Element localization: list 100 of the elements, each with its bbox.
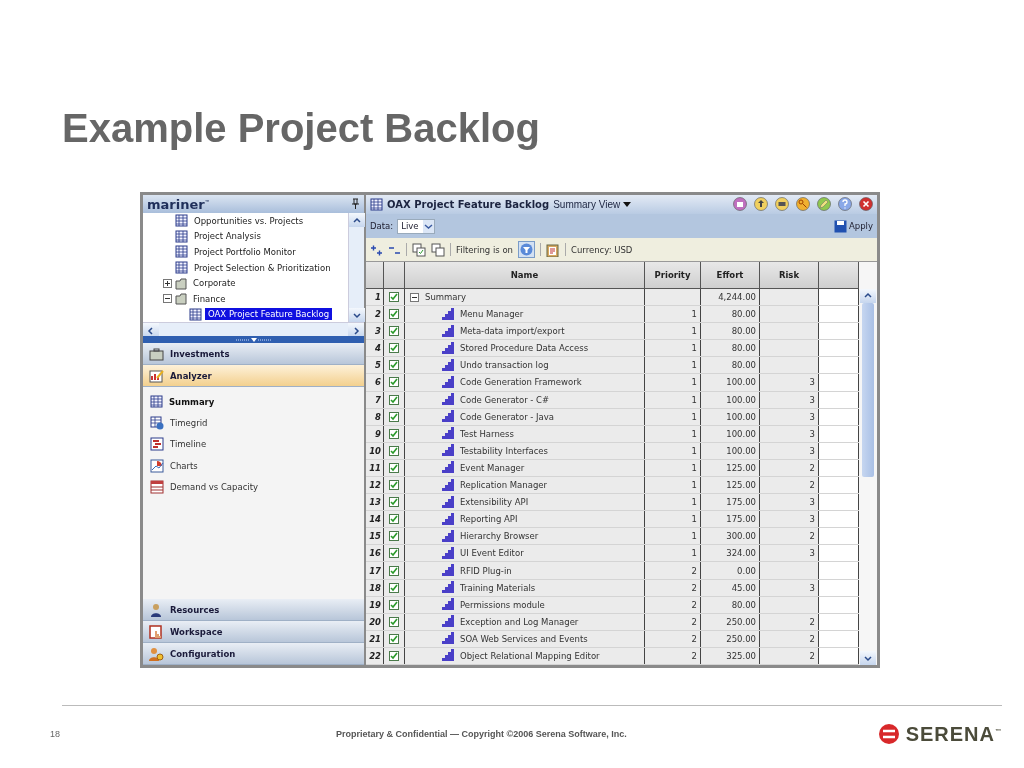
folder-icon <box>175 292 187 306</box>
help-icon[interactable] <box>838 197 852 212</box>
checkbox[interactable] <box>389 514 399 525</box>
checkbox[interactable] <box>389 582 399 593</box>
name-cell: Code Generator - Java <box>460 411 555 422</box>
tree-item[interactable]: Project Analysis <box>191 230 264 243</box>
checkbox[interactable] <box>389 633 399 644</box>
priority-cell: 1 <box>645 511 701 528</box>
currency-label: Currency: USD <box>571 244 633 255</box>
tree-item[interactable]: Corporate <box>190 277 239 290</box>
priority-cell: 2 <box>645 613 701 630</box>
data-select[interactable]: Live <box>397 218 435 234</box>
nav-item[interactable]: Demand vs Capacity <box>143 476 364 498</box>
name-cell: Replication Manager <box>460 480 547 491</box>
row-number: 20 <box>366 613 384 630</box>
key-icon[interactable] <box>796 197 810 212</box>
tree-item[interactable]: Project Selection & Prioritization <box>191 261 334 274</box>
effort-cell: 45.00 <box>701 579 760 596</box>
clipboard-icon <box>546 242 560 257</box>
brand-name: SERENA$^{™}$ <box>905 722 1002 746</box>
checkbox[interactable] <box>389 343 399 354</box>
row-number: 8 <box>366 408 384 425</box>
grid-clock-icon <box>150 415 164 430</box>
column-header[interactable]: Risk <box>760 261 819 288</box>
checkbox[interactable] <box>389 360 399 371</box>
tree-item[interactable]: Opportunities vs. Projects <box>191 214 307 227</box>
effort-cell: 324.00 <box>701 545 760 562</box>
checkbox[interactable] <box>389 480 399 491</box>
priority-cell: 1 <box>645 545 701 562</box>
effort-cell: 80.00 <box>701 596 760 613</box>
effort-cell: 100.00 <box>701 391 760 408</box>
checkbox[interactable] <box>389 531 399 542</box>
nav-item[interactable]: Summary <box>143 391 364 413</box>
name-cell: RFID Plug-in <box>460 565 512 576</box>
priority-cell: 1 <box>645 494 701 511</box>
upload-icon[interactable] <box>754 197 768 212</box>
name-cell: Training Materials <box>460 582 536 593</box>
name-cell: Code Generation Framework <box>460 377 582 388</box>
scroll-right-button[interactable] <box>348 323 364 337</box>
scroll-up-button[interactable] <box>860 288 876 303</box>
effort-cell: 100.00 <box>701 408 760 425</box>
close-icon[interactable] <box>859 197 873 212</box>
checkbox[interactable] <box>389 548 399 559</box>
priority-cell: 1 <box>645 391 701 408</box>
grid-icon <box>175 261 188 275</box>
row-number: 4 <box>366 340 384 357</box>
scroll-thumb[interactable] <box>862 302 874 477</box>
nav-section[interactable]: Workspace <box>143 621 364 643</box>
expand-toggle[interactable] <box>163 294 172 304</box>
checkbox[interactable] <box>389 394 399 405</box>
effort-cell: 100.00 <box>701 442 760 459</box>
column-header[interactable]: Effort <box>701 261 760 288</box>
scroll-up-button[interactable] <box>349 213 365 227</box>
checkbox[interactable] <box>389 462 399 473</box>
pie-chart-icon <box>150 458 164 473</box>
row-number: 11 <box>366 459 384 476</box>
pencil-icon[interactable] <box>817 197 831 212</box>
checkbox[interactable] <box>389 411 399 422</box>
checkbox[interactable] <box>389 599 399 610</box>
name-cell: Test Harness <box>460 428 514 439</box>
people-gear-icon <box>149 646 164 661</box>
apply-button[interactable]: Apply <box>834 219 873 233</box>
checkbox[interactable] <box>389 650 399 661</box>
priority-cell: 2 <box>645 596 701 613</box>
effort-cell: 0.00 <box>701 562 760 579</box>
grid-icon <box>175 245 188 259</box>
checkbox[interactable] <box>389 445 399 456</box>
priority-cell: 1 <box>645 323 701 340</box>
checkbox[interactable] <box>389 326 399 337</box>
checkbox[interactable] <box>389 565 399 576</box>
pin-icon <box>351 198 360 210</box>
tree-item[interactable]: Finance <box>190 292 229 305</box>
nav-section[interactable]: Investments <box>143 343 364 365</box>
priority-cell: 1 <box>645 442 701 459</box>
checkbox[interactable] <box>389 377 399 388</box>
tree-item[interactable]: OAX Project Feature Backlog <box>205 308 333 321</box>
nav-section[interactable]: Resources <box>143 599 364 621</box>
nav-section[interactable]: Configuration <box>143 643 364 665</box>
filter-button[interactable] <box>518 241 535 259</box>
priority-cell: 2 <box>645 647 701 664</box>
column-header[interactable]: Name <box>405 261 645 288</box>
nav-item[interactable]: Timeline <box>143 433 364 455</box>
checkbox[interactable] <box>389 616 399 627</box>
scroll-down-button[interactable] <box>349 308 365 322</box>
checkbox[interactable] <box>389 309 399 320</box>
scroll-down-button[interactable] <box>860 651 876 665</box>
checkbox[interactable] <box>389 292 399 302</box>
caret-icon <box>623 201 632 207</box>
collapse-toggle[interactable] <box>410 292 419 302</box>
checkbox[interactable] <box>389 497 399 508</box>
nav-item[interactable]: Charts <box>143 454 364 477</box>
column-header[interactable]: Priority <box>645 261 701 288</box>
checkbox[interactable] <box>389 428 399 439</box>
expand-toggle[interactable] <box>163 278 172 288</box>
nav-item[interactable]: Timegrid <box>143 412 364 434</box>
view-dropdown[interactable]: Summary View <box>553 198 632 210</box>
scroll-left-button[interactable] <box>143 323 159 337</box>
tree-item[interactable]: Project Portfolio Monitor <box>191 246 299 258</box>
nav-section[interactable]: Analyzer <box>143 365 364 387</box>
filter-status: Filtering is on <box>456 244 513 255</box>
